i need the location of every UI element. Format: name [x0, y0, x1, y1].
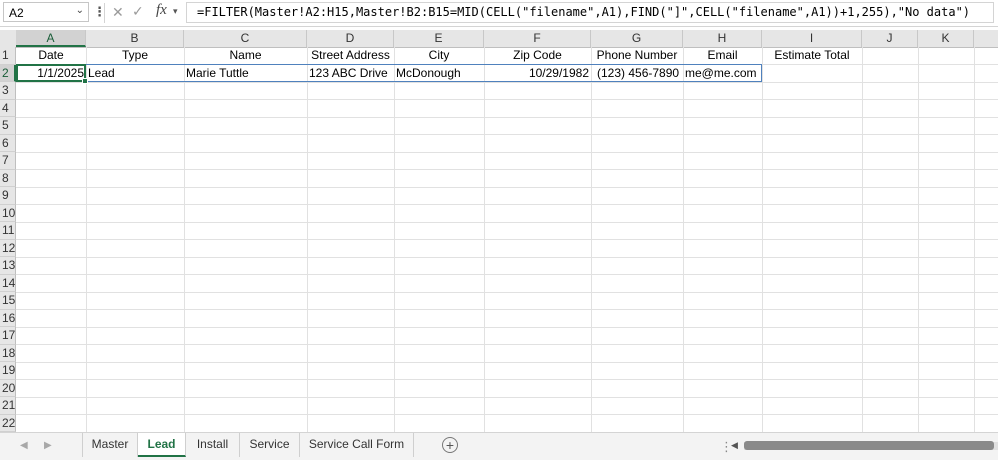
gridline — [16, 326, 998, 328]
row-header-18[interactable]: 18 — [0, 344, 16, 362]
gridline — [16, 256, 998, 258]
name-box-value: A2 — [9, 6, 24, 20]
row-header-4[interactable]: 4 — [0, 99, 16, 117]
column-header-i[interactable]: I — [762, 30, 862, 47]
cell-h1[interactable]: Email — [683, 47, 762, 64]
row-header-2[interactable]: 2 — [0, 64, 16, 82]
column-header-h[interactable]: H — [683, 30, 762, 47]
cell-f2[interactable]: 10/29/1982 — [484, 65, 591, 82]
column-header-k[interactable]: K — [918, 30, 974, 47]
cell-b1[interactable]: Type — [86, 47, 184, 64]
formula-input[interactable]: =FILTER(Master!A2:H15,Master!B2:B15=MID(… — [186, 2, 994, 23]
row-header-19[interactable]: 19 — [0, 362, 16, 380]
divider — [104, 3, 105, 23]
row-header-5[interactable]: 5 — [0, 117, 16, 135]
row-header-21[interactable]: 21 — [0, 397, 16, 415]
column-headers: A B C D E F G H I J K — [0, 30, 998, 48]
cell-a1[interactable]: Date — [16, 47, 86, 64]
column-header-f[interactable]: F — [484, 30, 591, 47]
gridline — [16, 291, 998, 293]
gridline — [16, 204, 998, 205]
sheet-tab-bar: ◀ ▶ Master Lead Install Service Service … — [0, 432, 998, 460]
row-header-3[interactable]: 3 — [0, 82, 16, 100]
insert-function-icon[interactable]: fx — [156, 2, 167, 19]
cell-e1[interactable]: City — [394, 47, 484, 64]
row-header-14[interactable]: 14 — [0, 274, 16, 292]
tab-service-call-form[interactable]: Service Call Form — [300, 433, 414, 457]
gridline — [16, 99, 998, 100]
fill-handle[interactable] — [82, 78, 88, 84]
row-header-9[interactable]: 9 — [0, 187, 16, 205]
cell-c2[interactable]: Marie Tuttle — [184, 65, 307, 82]
row-header-8[interactable]: 8 — [0, 169, 16, 187]
tab-install[interactable]: Install — [186, 433, 240, 457]
column-header-d[interactable]: D — [307, 30, 394, 47]
cell-i1[interactable]: Estimate Total — [762, 47, 862, 64]
row-header-20[interactable]: 20 — [0, 379, 16, 397]
gridline — [16, 239, 998, 240]
cancel-icon[interactable]: ✕ — [112, 4, 124, 21]
cell-h2[interactable]: me@me.com — [683, 65, 762, 82]
gridline — [16, 344, 998, 345]
scroll-tabs-right-icon[interactable]: ▶ — [44, 440, 52, 451]
row-header-12[interactable]: 12 — [0, 239, 16, 257]
row-header-17[interactable]: 17 — [0, 327, 16, 345]
checkmark-icon[interactable]: ✓ — [132, 3, 144, 20]
gridline — [16, 134, 998, 135]
chevron-down-icon[interactable]: ⌄ — [76, 5, 84, 16]
cell-d2[interactable]: 123 ABC Drive — [307, 65, 394, 82]
row-header-7[interactable]: 7 — [0, 152, 16, 170]
chevron-down-icon[interactable]: ▾ — [173, 6, 178, 17]
tab-service[interactable]: Service — [240, 433, 300, 457]
gridline — [16, 379, 998, 380]
row-header-22[interactable]: 22 — [0, 414, 16, 432]
cell-e2[interactable]: McDonough — [394, 65, 484, 82]
gridline — [16, 221, 998, 223]
tab-lead[interactable]: Lead — [138, 433, 186, 457]
row-header-15[interactable]: 15 — [0, 292, 16, 310]
gridline — [16, 81, 998, 83]
row-header-1[interactable]: 1 — [0, 47, 16, 65]
horizontal-scrollbar-thumb[interactable] — [744, 441, 994, 450]
formula-bar: A2 ⌄ ⋮ ✕ ✓ fx ▾ =FILTER(Master!A2:H15,Ma… — [0, 0, 998, 27]
cell-d1[interactable]: Street Address — [307, 47, 394, 64]
column-header-j[interactable]: J — [862, 30, 918, 47]
row-header-11[interactable]: 11 — [0, 222, 16, 240]
gridline — [16, 186, 998, 188]
cell-f1[interactable]: Zip Code — [484, 47, 591, 64]
gridline — [16, 169, 998, 170]
column-header-c[interactable]: C — [184, 30, 307, 47]
scroll-tabs-left-icon[interactable]: ◀ — [20, 440, 28, 451]
row-header-13[interactable]: 13 — [0, 257, 16, 275]
cell-b2[interactable]: Lead — [86, 65, 184, 82]
cell-c1[interactable]: Name — [184, 47, 307, 64]
cell-g1[interactable]: Phone Number — [591, 47, 683, 64]
column-header-e[interactable]: E — [394, 30, 484, 47]
row-header-16[interactable]: 16 — [0, 309, 16, 327]
gridline — [16, 116, 998, 118]
gridline — [16, 274, 998, 275]
column-header-g[interactable]: G — [591, 30, 683, 47]
add-sheet-icon[interactable]: + — [442, 437, 458, 453]
column-header-a[interactable]: A — [16, 30, 86, 47]
row-header-10[interactable]: 10 — [0, 204, 16, 222]
gridline — [16, 361, 998, 363]
name-box[interactable]: A2 ⌄ — [3, 2, 89, 22]
gridline — [16, 309, 998, 310]
gridline — [16, 414, 998, 415]
gridline — [16, 396, 998, 398]
cell-g2[interactable]: (123) 456-7890 — [591, 65, 683, 82]
gridline — [16, 151, 998, 153]
row-header-6[interactable]: 6 — [0, 134, 16, 152]
formula-text: =FILTER(Master!A2:H15,Master!B2:B15=MID(… — [197, 5, 971, 19]
column-header-b[interactable]: B — [86, 30, 184, 47]
cell-a2[interactable]: 1/1/2025 — [16, 65, 86, 82]
scroll-left-icon[interactable]: ◀ — [731, 440, 738, 451]
tab-master[interactable]: Master — [82, 433, 138, 457]
